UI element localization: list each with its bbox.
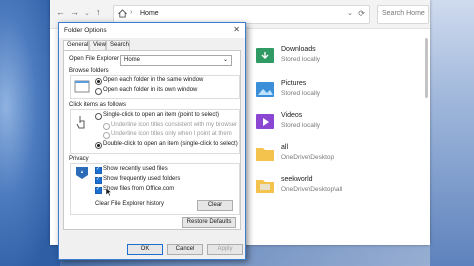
option-single-click: Single-click to open an item (point to s… [103,112,220,118]
browse-folders-heading: Browse folders [69,68,109,74]
click-items-heading: Click items as follows [69,102,127,108]
file-name: Videos [281,112,303,119]
refresh-button[interactable]: ⟳ [358,9,365,18]
file-location: Stored locally [281,56,321,63]
option-same-window: Open each folder in the same window [103,77,204,83]
browse-folders-group: Open each folder in the same window Open… [70,75,240,99]
cancel-button[interactable]: Cancel [167,244,203,255]
checkbox-frequent-folders[interactable] [95,176,102,184]
file-location: OneDrive\Desktop\all [281,186,343,193]
search-placeholder: Search Home [382,10,425,17]
forward-button[interactable]: → [70,7,79,17]
file-location: Stored locally [281,90,321,97]
recent-dropdown-icon[interactable]: ⌄ [84,9,90,17]
option-underline-point: Underline icon titles only when I point … [111,131,232,137]
open-explorer-select[interactable]: Home ⌄ [120,55,232,66]
chevron-down-icon[interactable]: ⌄ [347,9,353,17]
restore-defaults-button[interactable]: Restore Defaults [182,217,236,228]
click-items-group: Single-click to open an item (point to s… [70,109,240,154]
tab-view[interactable]: View [89,40,106,50]
radio-double-click[interactable] [95,142,102,149]
file-name: Pictures [281,80,307,87]
folder-icon [256,180,274,193]
open-explorer-value: Home [124,57,141,63]
privacy-heading: Privacy [69,156,89,162]
clear-button[interactable]: Clear [197,200,233,211]
clear-history-label: Clear File Explorer history [95,201,165,207]
list-item-all[interactable]: all OneDrive\Desktop [255,144,425,170]
file-name: Downloads [281,46,316,53]
tab-search[interactable]: Search [106,40,130,50]
up-button[interactable]: ↑ [96,7,101,17]
general-tab-panel: Open File Explorer to: Home ⌄ Browse fol… [63,50,241,230]
list-item-downloads[interactable]: Downloads Stored locally [255,46,425,72]
file-location: OneDrive\Desktop [281,154,335,161]
list-item-seekworld[interactable]: seekworld OneDrive\Desktop\all [255,176,425,202]
option-recent-files: Show recently used files [103,166,168,172]
close-icon[interactable]: ✕ [233,25,240,34]
privacy-group: Show recently used files Show frequently… [70,163,240,215]
list-item-pictures[interactable]: Pictures Stored locally [255,80,425,106]
downloads-folder-icon [256,48,274,63]
option-underline-browser: Underline icon titles consistent with my… [111,122,238,128]
browse-folders-icon [74,80,90,93]
mouse-pointer-icon [106,188,112,196]
home-icon [118,9,127,18]
file-location: Stored locally [281,122,321,129]
file-name: all [281,144,289,151]
folder-options-dialog: Folder Options ✕ General View Search Ope… [58,22,246,260]
file-name: seekworld [281,176,313,183]
folder-icon [256,148,274,161]
search-box[interactable]: Search Home [377,5,429,24]
desktop-wallpaper-right [430,0,474,266]
apply-button[interactable]: Apply [207,244,243,255]
videos-folder-icon [256,114,274,129]
chevron-down-icon: ⌄ [222,57,228,63]
radio-same-window[interactable] [95,78,102,85]
chevron-right-icon: › [130,9,133,16]
open-explorer-label: Open File Explorer to: [69,56,128,62]
pointer-hand-icon [76,116,85,129]
radio-underline-browser[interactable] [103,123,110,130]
dialog-title-bar: Folder Options ✕ [59,23,245,38]
option-double-click: Double-click to open an item (single-cli… [103,141,238,147]
radio-single-click[interactable] [95,113,102,120]
privacy-icon [76,167,88,179]
option-own-window: Open each folder in its own window [103,87,198,93]
option-office-files: Show files from Office.com [103,186,175,192]
list-item-videos[interactable]: Videos Stored locally [255,112,425,138]
option-frequent-folders: Show frequently used folders [103,176,181,182]
vertical-scrollbar[interactable] [425,38,428,98]
back-button[interactable]: ← [56,7,65,17]
checkbox-recent-files[interactable] [95,166,102,174]
dialog-title: Folder Options [64,27,107,34]
ok-button[interactable]: OK [127,244,163,255]
breadcrumb-home[interactable]: Home [140,10,159,17]
radio-own-window[interactable] [95,88,102,95]
pictures-folder-icon [256,82,274,97]
radio-underline-point[interactable] [103,132,110,139]
checkbox-office-files[interactable] [95,186,102,194]
